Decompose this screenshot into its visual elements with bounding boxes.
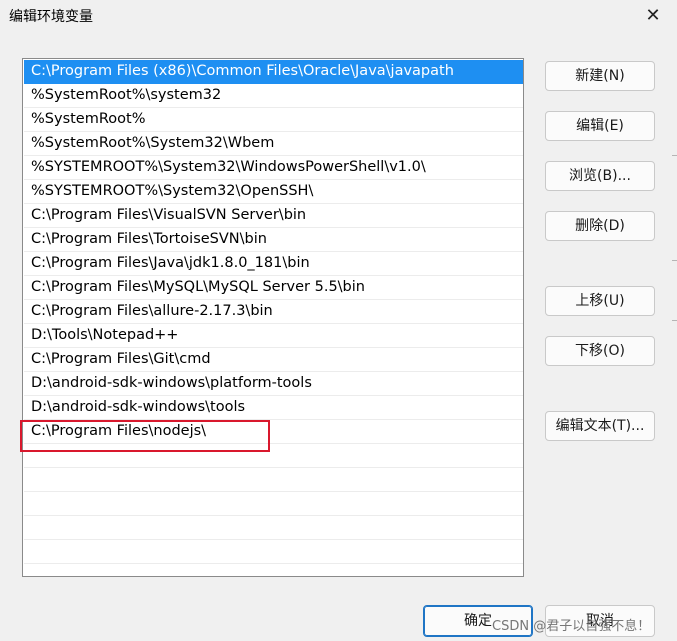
browse-button[interactable]: 浏览(B)...: [545, 161, 655, 191]
move-up-button[interactable]: 上移(U): [545, 286, 655, 316]
list-item[interactable]: [24, 564, 523, 576]
list-item[interactable]: %SYSTEMROOT%\System32\OpenSSH\: [24, 180, 523, 204]
window-title: 编辑环境变量: [9, 9, 93, 25]
list-item[interactable]: C:\Program Files\nodejs\: [24, 420, 523, 444]
list-item[interactable]: D:\android-sdk-windows\tools: [24, 396, 523, 420]
cancel-button[interactable]: 取消: [545, 605, 655, 637]
edit-text-button[interactable]: 编辑文本(T)...: [545, 411, 655, 441]
list-item[interactable]: C:\Program Files (x86)\Common Files\Orac…: [24, 60, 523, 84]
close-icon[interactable]: ✕: [640, 4, 666, 28]
list-item[interactable]: C:\Program Files\allure-2.17.3\bin: [24, 300, 523, 324]
list-item[interactable]: %SystemRoot%\System32\Wbem: [24, 132, 523, 156]
list-item[interactable]: [24, 492, 523, 516]
list-item[interactable]: %SYSTEMROOT%\System32\WindowsPowerShell\…: [24, 156, 523, 180]
list-item[interactable]: C:\Program Files\MySQL\MySQL Server 5.5\…: [24, 276, 523, 300]
list-item[interactable]: [24, 516, 523, 540]
list-item[interactable]: [24, 468, 523, 492]
list-item[interactable]: %SystemRoot%: [24, 108, 523, 132]
ok-button[interactable]: 确定: [423, 605, 533, 637]
list-item[interactable]: D:\Tools\Notepad++: [24, 324, 523, 348]
delete-button[interactable]: 删除(D): [545, 211, 655, 241]
list-item[interactable]: C:\Program Files\Java\jdk1.8.0_181\bin: [24, 252, 523, 276]
list-item[interactable]: [24, 540, 523, 564]
move-down-button[interactable]: 下移(O): [545, 336, 655, 366]
list-item[interactable]: %SystemRoot%\system32: [24, 84, 523, 108]
list-item[interactable]: [24, 444, 523, 468]
list-item[interactable]: C:\Program Files\TortoiseSVN\bin: [24, 228, 523, 252]
edge-divider: [672, 260, 677, 261]
title-bar: 编辑环境变量 ✕: [0, 0, 677, 32]
edit-button[interactable]: 编辑(E): [545, 111, 655, 141]
edge-divider: [672, 155, 677, 156]
list-item[interactable]: D:\android-sdk-windows\platform-tools: [24, 372, 523, 396]
edge-divider: [672, 320, 677, 321]
path-list[interactable]: C:\Program Files (x86)\Common Files\Orac…: [22, 58, 524, 577]
list-item[interactable]: C:\Program Files\VisualSVN Server\bin: [24, 204, 523, 228]
list-item[interactable]: C:\Program Files\Git\cmd: [24, 348, 523, 372]
new-button[interactable]: 新建(N): [545, 61, 655, 91]
